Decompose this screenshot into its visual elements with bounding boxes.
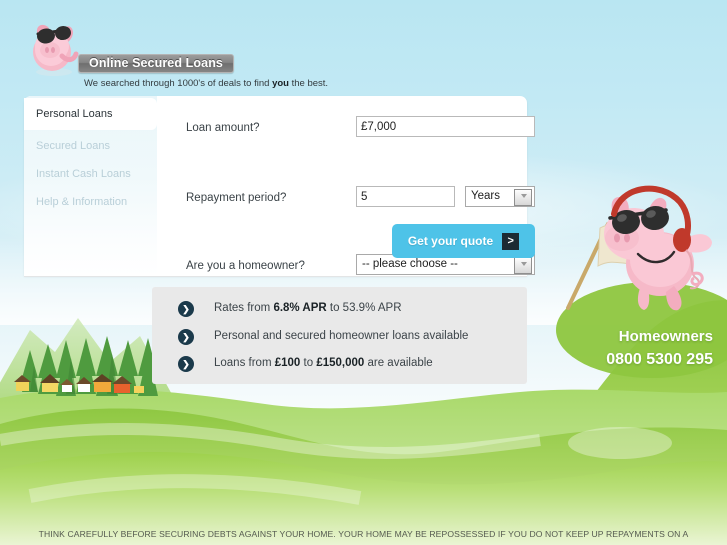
sidebar-nav: Personal Loans Secured Loans Instant Cas…	[24, 96, 157, 276]
footer-disclaimer: THINK CAREFULLY BEFORE SECURING DEBTS AG…	[38, 529, 689, 539]
get-quote-label: Get your quote	[407, 234, 494, 248]
form-row-homeowner: Are you a homeowner? -- please choose --	[186, 254, 535, 288]
benefit-range-min: £100	[274, 357, 301, 369]
homeowner-select-value: -- please choose --	[362, 258, 458, 270]
chevron-down-icon	[521, 194, 527, 198]
repayment-period-input[interactable]	[356, 186, 455, 207]
tagline-post: the best.	[288, 78, 329, 89]
page-root: $	[0, 0, 727, 545]
get-quote-button[interactable]: Get your quote >	[392, 224, 535, 258]
site-logo-text: Online Secured Loans	[89, 56, 223, 70]
homeowners-phone-title: Homeowners	[618, 328, 713, 345]
repayment-period-label: Repayment period?	[186, 192, 287, 204]
chevron-circle-icon: ❯	[178, 301, 194, 317]
benefit-range-max: £150,000	[316, 357, 365, 369]
tagline-pre: We searched through 1000's of deals to f…	[84, 78, 273, 89]
benefit-rates-text: Rates from 6.8% APR to 53.9% APR	[214, 302, 402, 314]
loan-amount-input[interactable]	[356, 116, 535, 137]
arrow-right-icon: >	[502, 232, 520, 250]
quote-form: Loan amount? Repayment period? Years Are…	[186, 116, 535, 275]
chevron-circle-icon: ❯	[178, 329, 194, 345]
benefit-rates-post: to 53.9% APR	[326, 302, 402, 314]
pig-with-sunglasses-flag-icon: $	[566, 185, 712, 311]
benefit-range-mid: to	[300, 357, 317, 369]
sidebar-item-personal-loans[interactable]: Personal Loans	[24, 98, 157, 130]
tagline-emphasis: you	[272, 78, 289, 89]
benefit-range-text: Loans from £100 to £150,000 are availabl…	[214, 357, 433, 369]
repayment-unit-select[interactable]: Years	[465, 186, 535, 207]
homeowners-phone-number: 0800 5300 295	[606, 351, 713, 368]
benefit-range-post: are available	[364, 357, 433, 369]
site-logo[interactable]: Online Secured Loans	[78, 54, 234, 73]
quote-panel: Personal Loans Secured Loans Instant Cas…	[24, 96, 535, 276]
panel-divider	[24, 276, 527, 277]
benefit-types-text: Personal and secured homeowner loans ava…	[214, 330, 469, 342]
benefit-rates-bold: 6.8% APR	[273, 302, 327, 314]
repayment-unit-value: Years	[471, 190, 500, 202]
form-row-repayment-period: Repayment period? Years	[186, 186, 535, 220]
form-row-loan-amount: Loan amount?	[186, 116, 535, 150]
benefit-rates-pre: Rates from	[214, 302, 274, 314]
tree-cluster	[22, 336, 158, 396]
benefits-box: ❯ Rates from 6.8% APR to 53.9% APR ❯ Per…	[152, 287, 527, 384]
benefit-range-pre: Loans from	[214, 357, 275, 369]
loan-amount-label: Loan amount?	[186, 122, 260, 134]
village-houses	[14, 374, 144, 393]
homeowners-phone: Homeowners 0800 5300 295	[606, 325, 713, 371]
site-header: Online Secured Loans We searched through…	[24, 16, 444, 89]
site-tagline: We searched through 1000's of deals to f…	[84, 78, 328, 89]
chevron-down-icon	[521, 262, 527, 266]
pig-mascot-icon	[33, 24, 79, 76]
chevron-circle-icon: ❯	[178, 356, 194, 372]
sidebar-item-help-information[interactable]: Help & Information	[24, 186, 157, 218]
homeowner-label: Are you a homeowner?	[186, 260, 305, 272]
